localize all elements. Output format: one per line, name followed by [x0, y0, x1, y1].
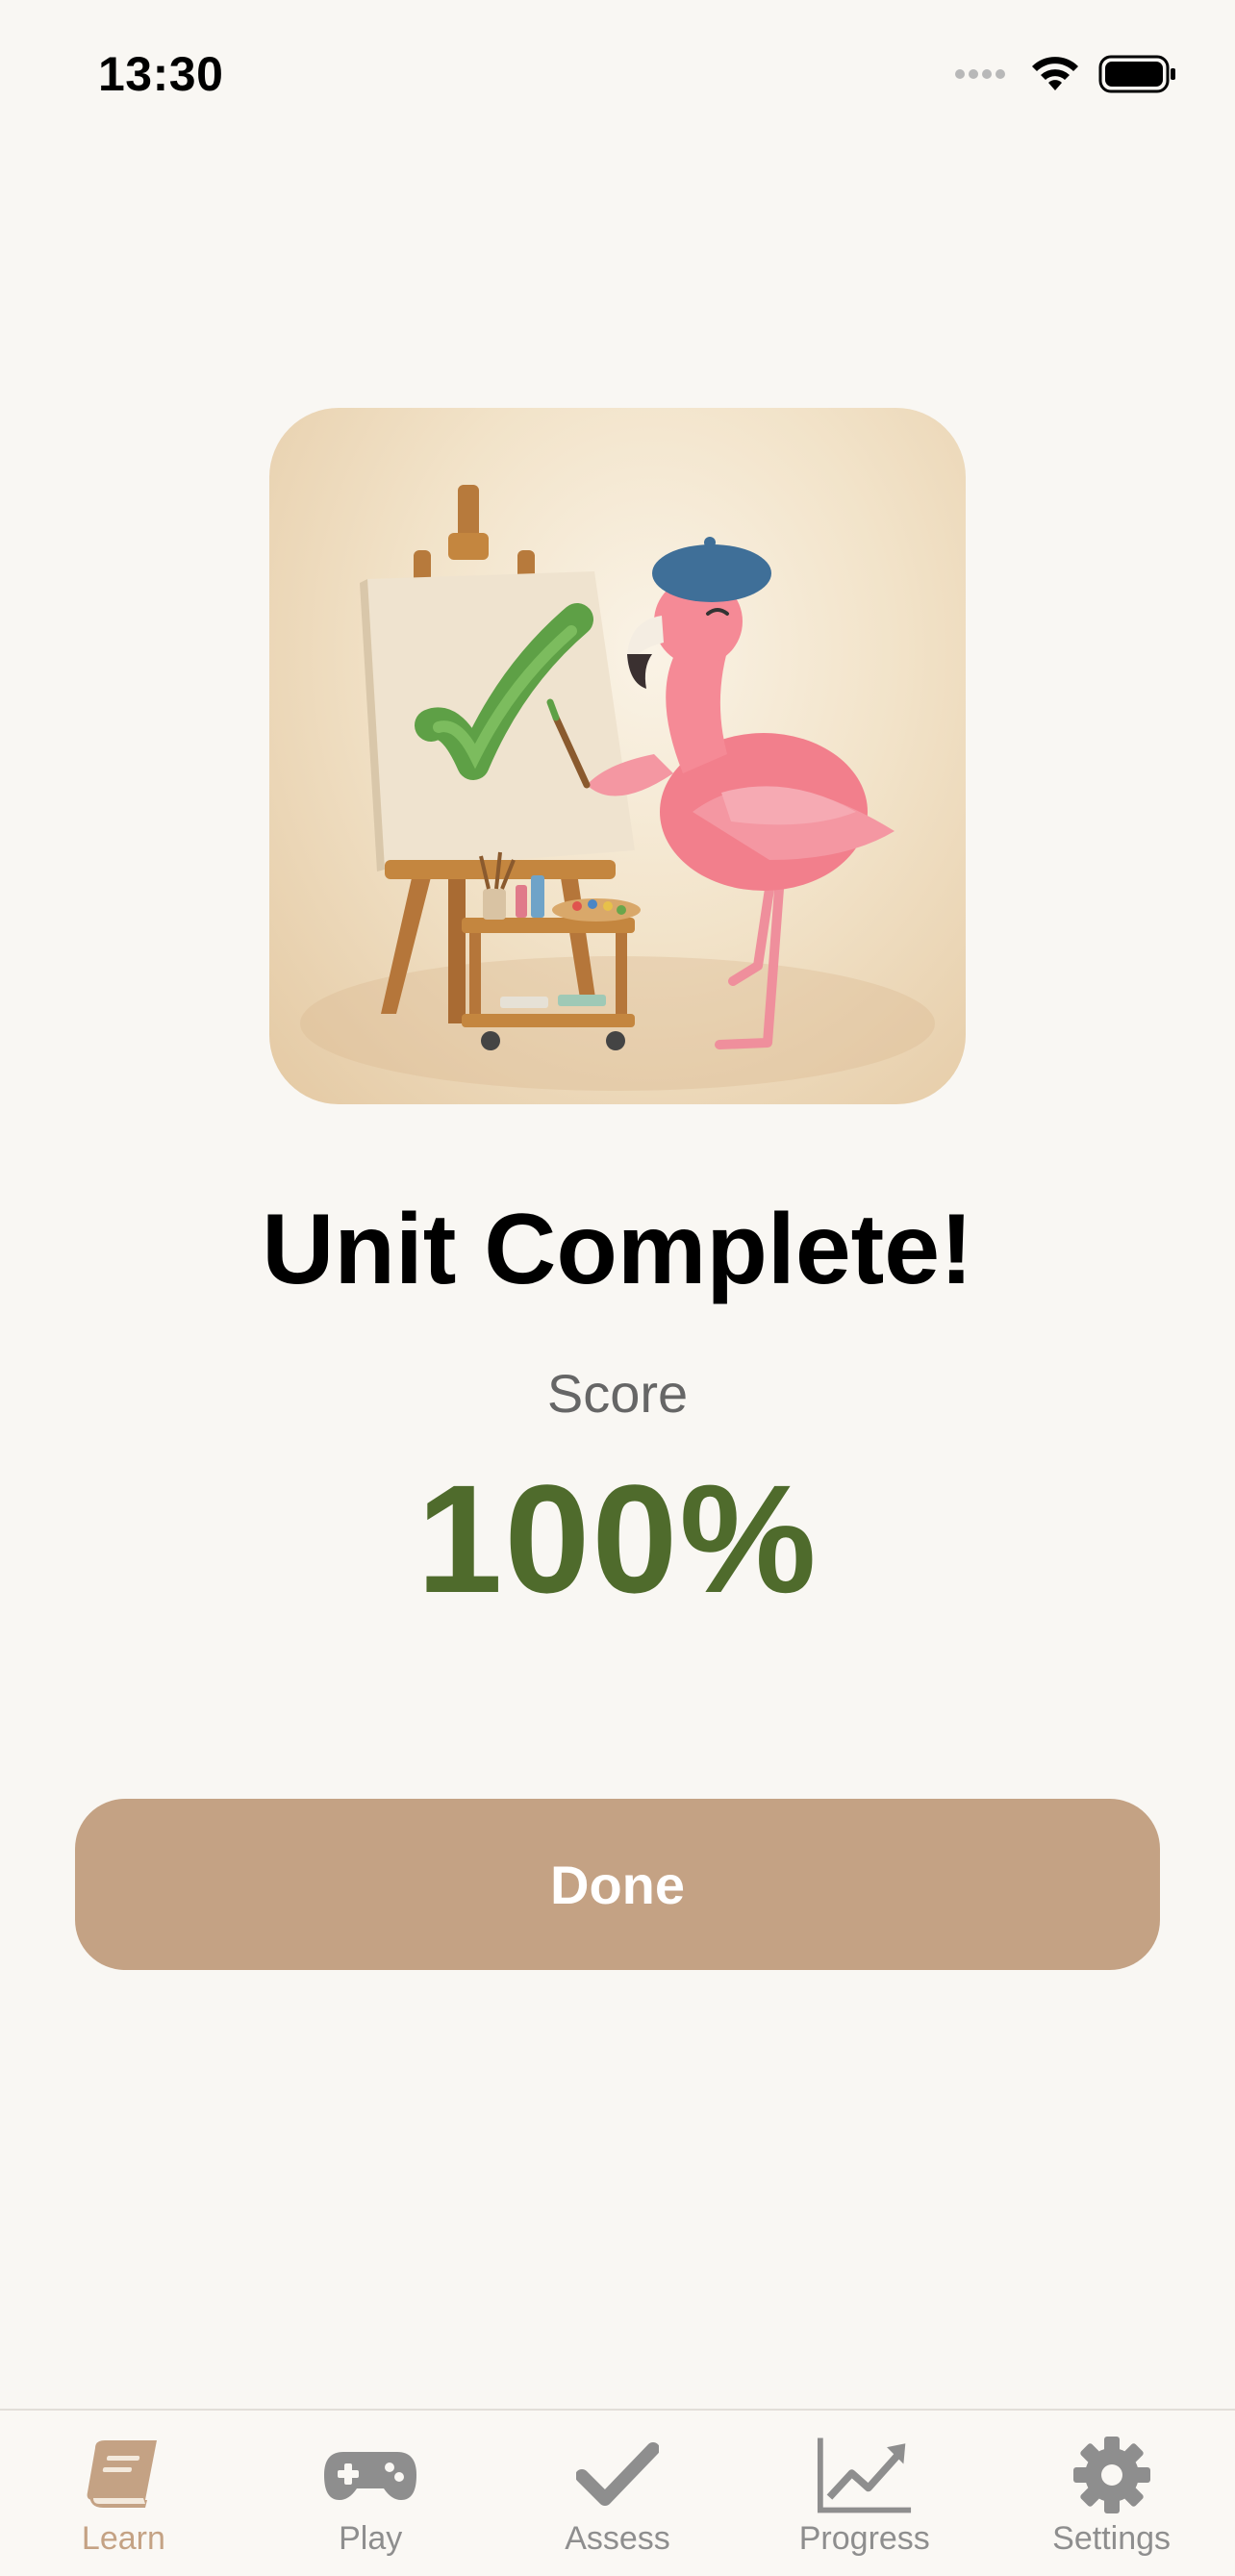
done-button[interactable]: Done	[75, 1799, 1160, 1970]
unit-complete-screen: 13:30 Unit Complete! Score 100% Done Lea…	[0, 0, 1235, 2576]
tab-settings[interactable]: Settings	[988, 2411, 1235, 2576]
tab-progress[interactable]: Progress	[741, 2411, 988, 2576]
tab-play[interactable]: Play	[247, 2411, 494, 2576]
checkmark-icon	[569, 2434, 666, 2516]
gear-icon	[1064, 2434, 1160, 2516]
status-icons	[954, 54, 1177, 94]
tab-learn[interactable]: Learn	[0, 2411, 247, 2576]
battery-icon	[1098, 55, 1175, 93]
flamingo-painter-illustration	[269, 408, 966, 1104]
gamepad-icon	[322, 2434, 418, 2516]
unit-complete-title: Unit Complete!	[262, 1194, 973, 1305]
book-icon	[75, 2434, 171, 2516]
status-time: 13:30	[98, 47, 224, 101]
score-value: 100%	[416, 1452, 819, 1625]
tab-assess-label: Assess	[565, 2520, 670, 2557]
tab-assess[interactable]: Assess	[494, 2411, 742, 2576]
score-label: Score	[546, 1363, 689, 1424]
tab-bar: Learn Play Assess Progress Settings	[0, 2409, 1235, 2576]
chart-icon	[817, 2434, 913, 2516]
tab-learn-label: Learn	[81, 2520, 165, 2557]
tab-progress-label: Progress	[798, 2520, 930, 2557]
cellular-signal-icon	[955, 69, 1005, 79]
status-bar: 13:30	[0, 0, 1235, 115]
wifi-icon	[1032, 57, 1078, 90]
tab-settings-label: Settings	[1052, 2520, 1172, 2557]
tab-play-label: Play	[339, 2520, 403, 2557]
